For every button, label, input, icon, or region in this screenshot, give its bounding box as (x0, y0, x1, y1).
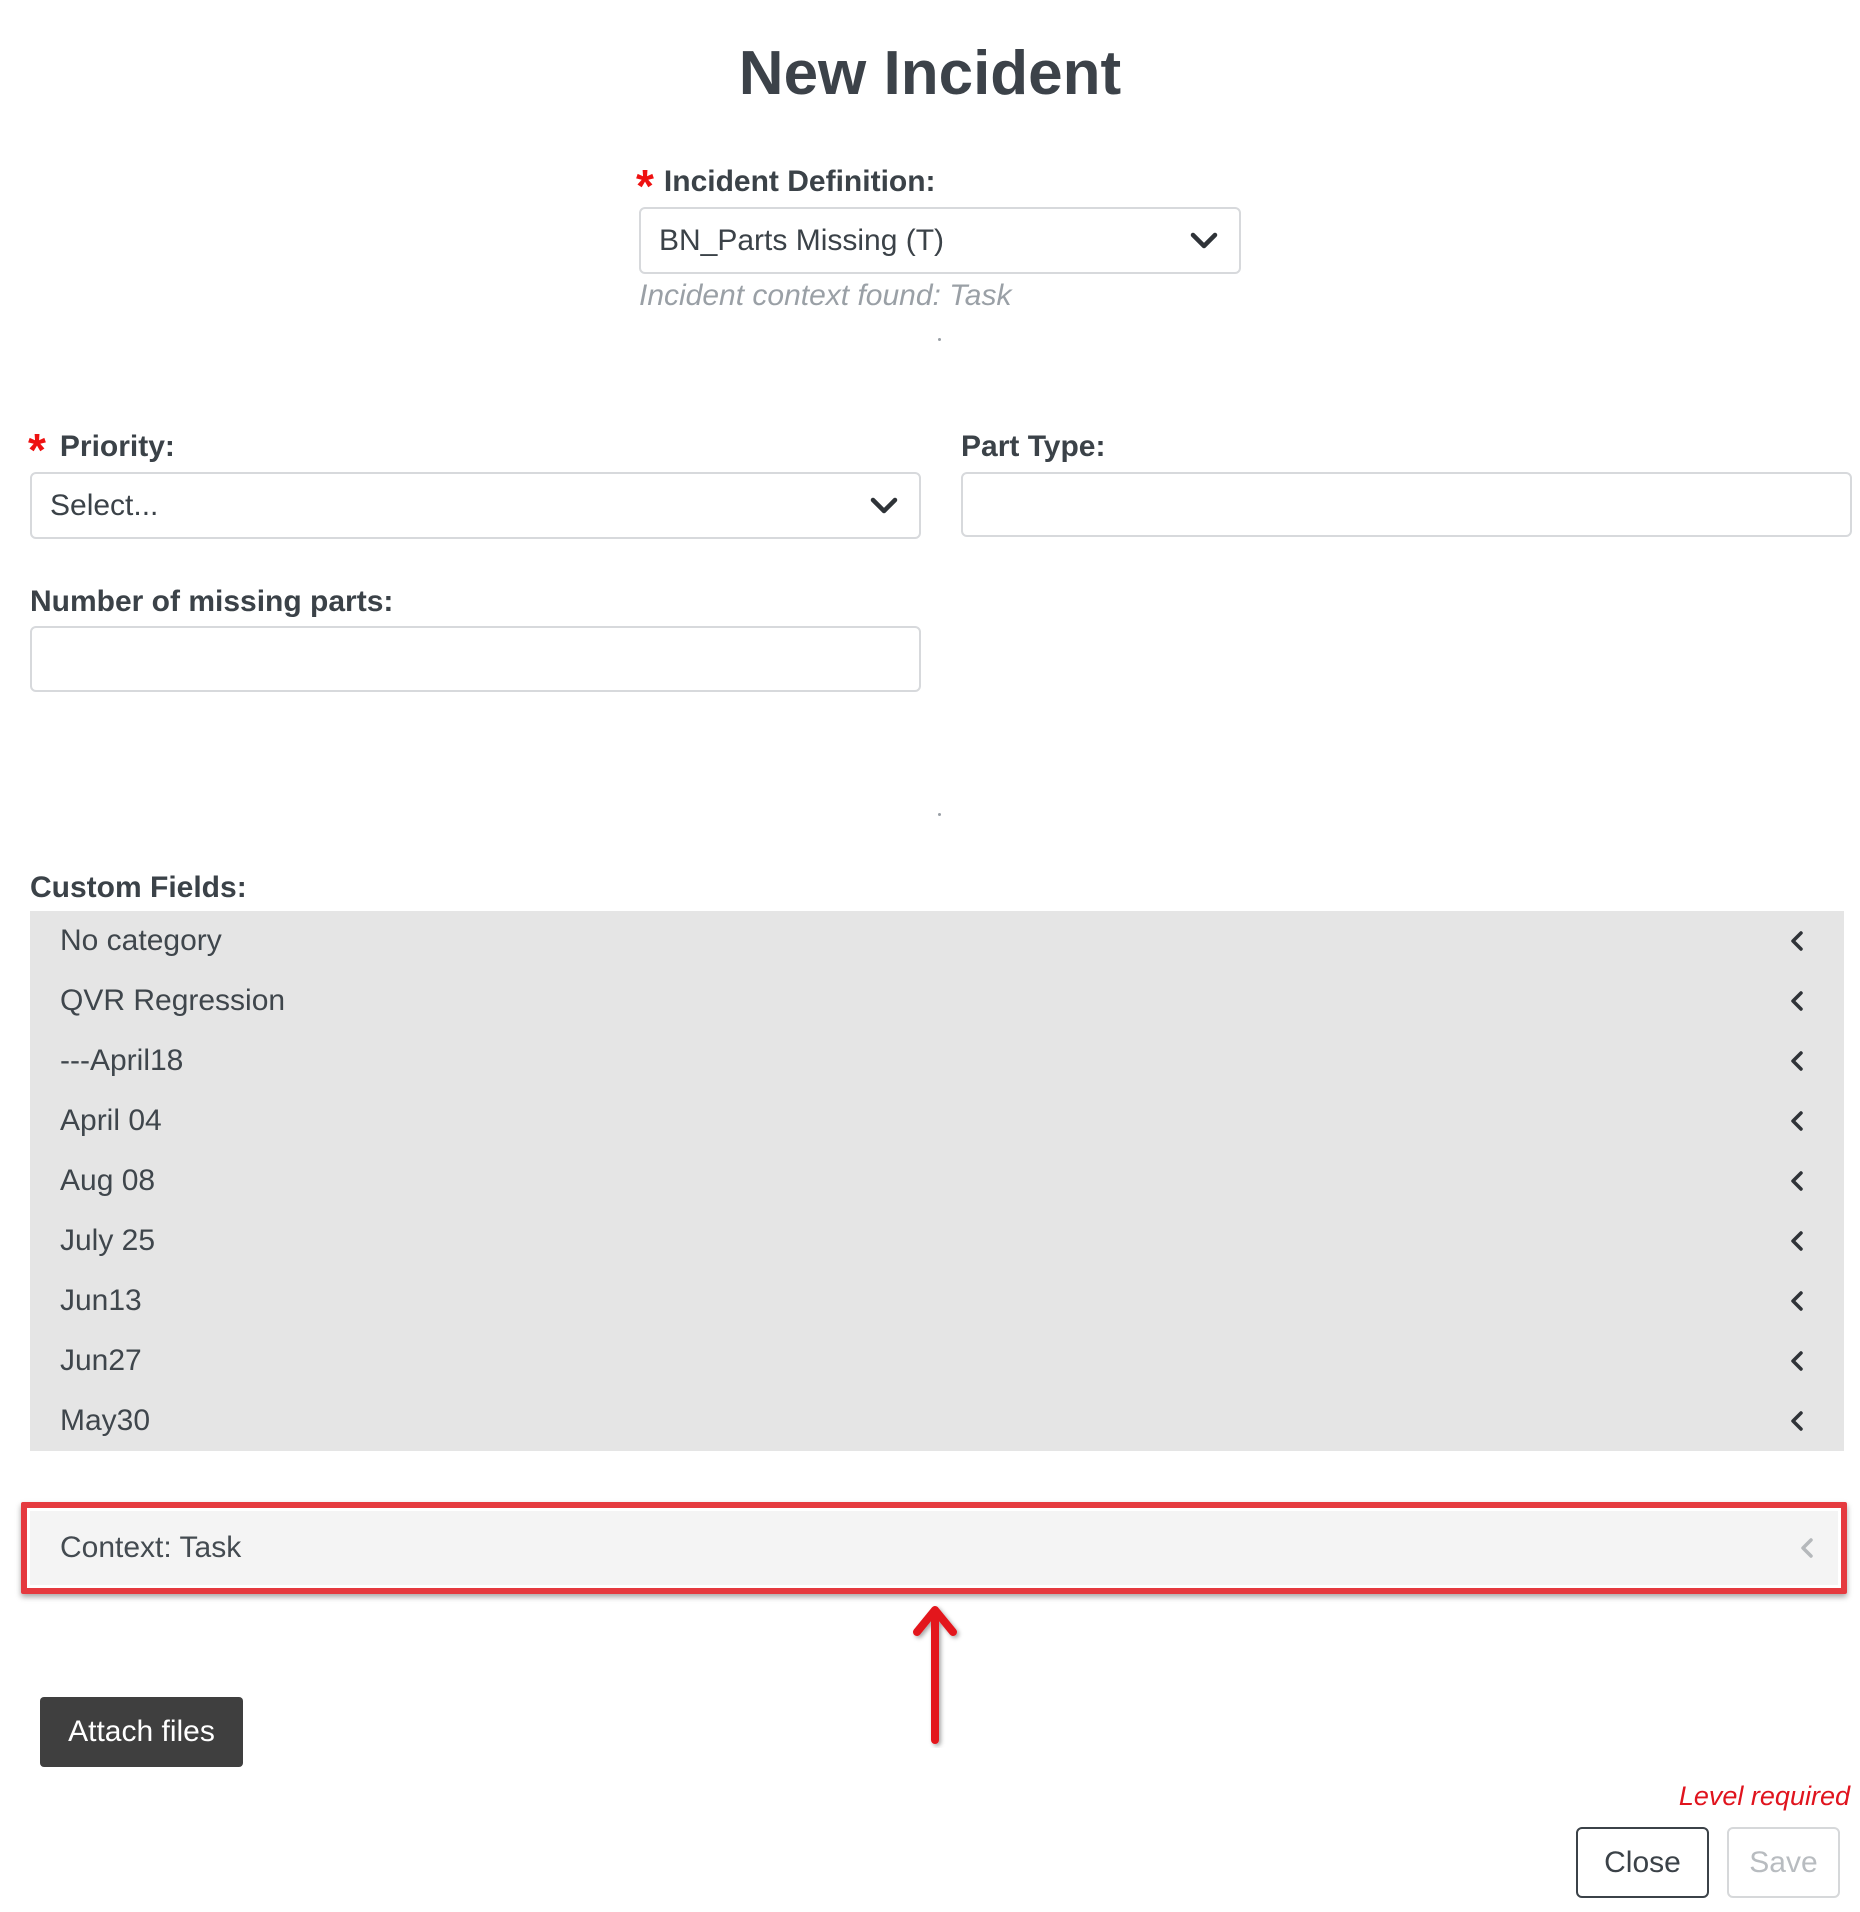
chevron-left-icon (1791, 1411, 1803, 1431)
category-label: Aug 08 (60, 1164, 156, 1197)
priority-label-group: * Priority: (28, 424, 175, 476)
custom-fields-label: Custom Fields: (30, 871, 247, 904)
custom-field-category[interactable]: May30 (30, 1391, 1844, 1451)
chevron-left-icon (1791, 1111, 1803, 1131)
priority-label: Priority: (59, 430, 175, 463)
custom-field-category[interactable]: ---April18 (30, 1031, 1844, 1091)
category-label: July 25 (60, 1224, 156, 1257)
chevron-left-icon (1791, 1051, 1803, 1071)
page-title: New Incident (738, 39, 1122, 108)
chevron-left-icon (1791, 1231, 1803, 1251)
divider-dot (938, 338, 941, 341)
custom-field-category[interactable]: Jun27 (30, 1331, 1844, 1391)
validation-message: Level required (1678, 1781, 1850, 1811)
custom-field-category[interactable]: No category (30, 911, 1844, 971)
custom-field-category[interactable]: July 25 (30, 1211, 1844, 1271)
chevron-down-icon (870, 497, 898, 513)
chevron-down-icon (1190, 232, 1218, 248)
incident-context-hint: Incident context found: Task (639, 279, 1012, 312)
incident-definition-select[interactable]: BN_Parts Missing (T) (639, 207, 1241, 274)
annotation-highlight-box (21, 1502, 1847, 1594)
attach-files-button[interactable]: Attach files (40, 1697, 243, 1767)
chevron-left-icon (1791, 1171, 1803, 1191)
missing-parts-input[interactable] (30, 626, 921, 692)
chevron-left-icon (1791, 991, 1803, 1011)
incident-definition-value: BN_Parts Missing (T) (659, 223, 945, 257)
category-label: QVR Regression (60, 984, 286, 1017)
part-type-label: Part Type: (961, 430, 1106, 463)
required-asterisk: * (636, 160, 654, 212)
custom-field-category[interactable]: April 04 (30, 1091, 1844, 1151)
custom-fields-panel: No category QVR Regression ---April18 Ap… (30, 911, 1844, 1451)
chevron-left-icon (1791, 931, 1803, 951)
part-type-input[interactable] (961, 472, 1852, 537)
required-asterisk: * (28, 424, 46, 476)
category-label: Jun27 (60, 1344, 142, 1377)
custom-field-category[interactable]: Jun13 (30, 1271, 1844, 1331)
incident-definition-label-group: * Incident Definition: (636, 160, 936, 209)
annotation-arrow-icon (913, 1606, 957, 1744)
close-button[interactable]: Close (1576, 1827, 1709, 1898)
category-label: May30 (60, 1404, 151, 1437)
category-label: April 04 (60, 1104, 162, 1137)
category-label: Jun13 (60, 1284, 142, 1317)
category-label: ---April18 (60, 1044, 184, 1077)
chevron-left-icon (1791, 1351, 1803, 1371)
priority-placeholder: Select... (50, 488, 159, 522)
missing-parts-label: Number of missing parts: (30, 585, 394, 618)
custom-field-category[interactable]: Aug 08 (30, 1151, 1844, 1211)
chevron-left-icon (1791, 1291, 1803, 1311)
divider-dot (938, 813, 941, 816)
incident-definition-label: Incident Definition: (663, 165, 936, 198)
priority-select[interactable]: Select... (30, 472, 921, 539)
custom-field-category[interactable]: QVR Regression (30, 971, 1844, 1031)
save-button[interactable]: Save (1727, 1827, 1840, 1898)
category-label: No category (60, 924, 222, 957)
